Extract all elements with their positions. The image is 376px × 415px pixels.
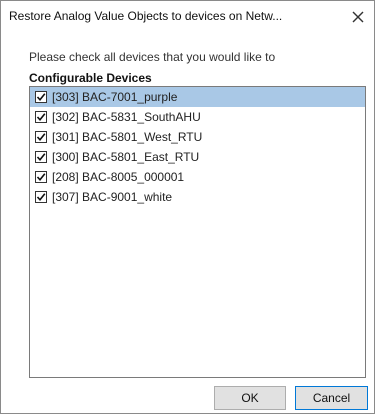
device-listbox[interactable]: [303] BAC-7001_purple [302] BAC-5831_Sou…	[29, 86, 366, 378]
title-bar[interactable]: Restore Analog Value Objects to devices …	[1, 1, 374, 31]
checkmark-icon	[36, 93, 46, 102]
device-label: [303] BAC-7001_purple	[52, 90, 178, 104]
instructions-text: Please check all devices that you would …	[29, 50, 276, 64]
checkmark-icon	[36, 193, 46, 202]
device-checkbox[interactable]	[35, 191, 47, 203]
checkmark-icon	[36, 113, 46, 122]
dialog-title: Restore Analog Value Objects to devices …	[9, 9, 283, 23]
device-label: [307] BAC-9001_white	[52, 190, 173, 204]
device-item[interactable]: [302] BAC-5831_SouthAHU	[30, 107, 365, 127]
device-item[interactable]: [301] BAC-5801_West_RTU	[30, 127, 365, 147]
device-checkbox[interactable]	[35, 91, 47, 103]
device-item[interactable]: [303] BAC-7001_purple	[30, 87, 365, 107]
device-checkbox[interactable]	[35, 131, 47, 143]
checkmark-icon	[36, 173, 46, 182]
device-checkbox[interactable]	[35, 171, 47, 183]
device-label: [208] BAC-8005_000001	[52, 170, 185, 184]
device-label: [302] BAC-5831_SouthAHU	[52, 110, 201, 124]
restore-dialog: Restore Analog Value Objects to devices …	[0, 0, 375, 414]
checkmark-icon	[36, 153, 46, 162]
device-checkbox[interactable]	[35, 111, 47, 123]
ok-button[interactable]: OK	[214, 386, 286, 410]
close-button[interactable]	[348, 7, 368, 27]
device-item[interactable]: [208] BAC-8005_000001	[30, 167, 365, 187]
device-item[interactable]: [300] BAC-5801_East_RTU	[30, 147, 365, 167]
device-label: [300] BAC-5801_East_RTU	[52, 150, 200, 164]
device-label: [301] BAC-5801_West_RTU	[52, 130, 203, 144]
close-icon	[352, 11, 364, 23]
checkmark-icon	[36, 133, 46, 142]
cancel-button[interactable]: Cancel	[295, 386, 368, 410]
configurable-devices-label: Configurable Devices	[29, 71, 152, 85]
device-checkbox[interactable]	[35, 151, 47, 163]
device-item[interactable]: [307] BAC-9001_white	[30, 187, 365, 207]
